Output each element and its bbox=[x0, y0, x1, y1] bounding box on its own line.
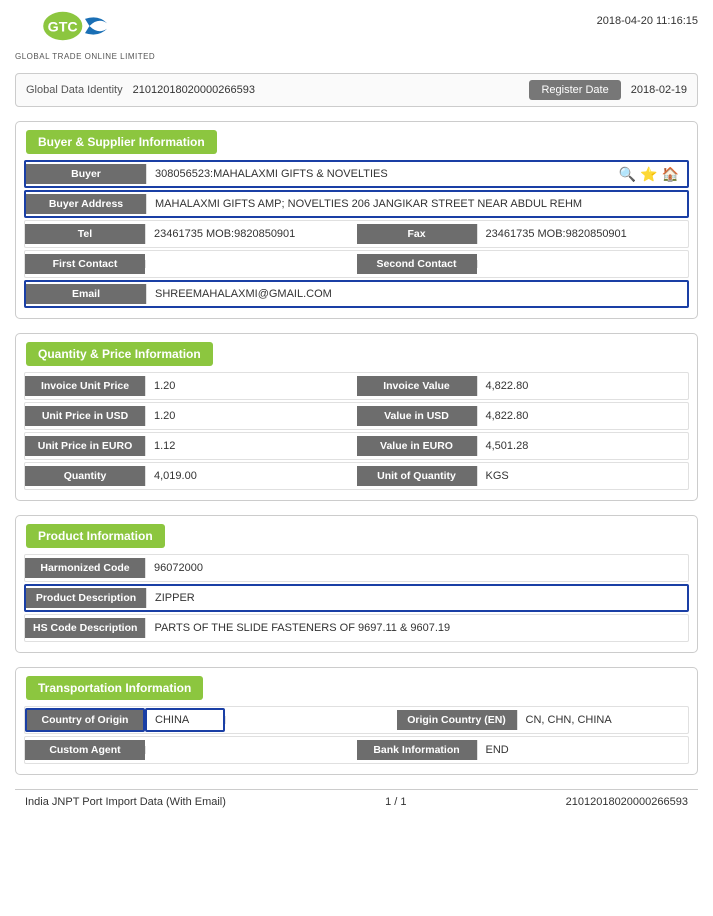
quantity-price-section: Quantity & Price Information Invoice Uni… bbox=[15, 333, 698, 501]
quantity-row: Quantity 4,019.00 Unit of Quantity KGS bbox=[24, 462, 689, 490]
product-desc-label: Product Description bbox=[26, 588, 146, 608]
unit-quantity-value: KGS bbox=[477, 466, 689, 486]
unit-price-usd-label: Unit Price in USD bbox=[25, 406, 145, 426]
header-datetime: 2018-04-20 11:16:15 bbox=[597, 10, 698, 27]
value-euro-value: 4,501.28 bbox=[477, 436, 689, 456]
page-header: GTC GLOBAL TRADE ONLINE LIMITED 2018-04-… bbox=[15, 10, 698, 61]
home-icon[interactable]: 🏠 bbox=[662, 166, 679, 183]
first-contact-label: First Contact bbox=[25, 254, 145, 274]
buyer-address-value: MAHALAXMI GIFTS AMP; NOVELTIES 206 JANGI… bbox=[146, 194, 687, 214]
unit-price-euro-label: Unit Price in EURO bbox=[25, 436, 145, 456]
origin-country-en-value: CN, CHN, CHINA bbox=[517, 710, 689, 730]
harmonized-code-value: 96072000 bbox=[145, 558, 688, 578]
footer-center: 1 / 1 bbox=[385, 796, 406, 808]
invoice-value-value: 4,822.80 bbox=[477, 376, 689, 396]
country-origin-row: Country of Origin CHINA Origin Country (… bbox=[24, 706, 689, 734]
tel-fax-row: Tel 23461735 MOB:9820850901 Fax 23461735… bbox=[24, 220, 689, 248]
page-footer: India JNPT Port Import Data (With Email)… bbox=[15, 789, 698, 814]
country-origin-label: Country of Origin bbox=[25, 708, 145, 732]
custom-bank-row: Custom Agent Bank Information END bbox=[24, 736, 689, 764]
usd-row: Unit Price in USD 1.20 Value in USD 4,82… bbox=[24, 402, 689, 430]
register-date-value: 2018-02-19 bbox=[631, 84, 687, 96]
transport-section: Transportation Information Country of Or… bbox=[15, 667, 698, 775]
bank-info-value: END bbox=[477, 740, 689, 760]
transport-title: Transportation Information bbox=[26, 676, 203, 700]
first-contact-value bbox=[145, 260, 357, 268]
hs-code-label: HS Code Description bbox=[25, 618, 145, 638]
star-icon[interactable]: ⭐ bbox=[640, 166, 657, 183]
fax-value: 23461735 MOB:9820850901 bbox=[477, 224, 689, 244]
harmonized-code-row: Harmonized Code 96072000 bbox=[24, 554, 689, 582]
country-origin-value: CHINA bbox=[145, 708, 225, 732]
contact-row: First Contact Second Contact bbox=[24, 250, 689, 278]
buyer-supplier-title: Buyer & Supplier Information bbox=[26, 130, 217, 154]
quantity-price-title: Quantity & Price Information bbox=[26, 342, 213, 366]
invoice-unit-row: Invoice Unit Price 1.20 Invoice Value 4,… bbox=[24, 372, 689, 400]
product-desc-value: ZIPPER bbox=[146, 588, 687, 608]
quantity-value: 4,019.00 bbox=[145, 466, 357, 486]
value-usd-value: 4,822.80 bbox=[477, 406, 689, 426]
email-label: Email bbox=[26, 284, 146, 304]
buyer-icons: 🔍 ⭐ 🏠 bbox=[611, 166, 687, 183]
unit-price-euro-value: 1.12 bbox=[145, 436, 357, 456]
email-row: Email SHREEMAHALAXMI@GMAIL.COM bbox=[24, 280, 689, 308]
second-contact-value bbox=[477, 260, 689, 268]
gdi-label: Global Data Identity bbox=[26, 84, 123, 96]
product-desc-row: Product Description ZIPPER bbox=[24, 584, 689, 612]
second-contact-label: Second Contact bbox=[357, 254, 477, 274]
value-euro-label: Value in EURO bbox=[357, 436, 477, 456]
footer-right: 21012018020000266593 bbox=[566, 796, 688, 808]
gdi-value: 21012018020000266593 bbox=[133, 84, 520, 96]
logo-area: GTC GLOBAL TRADE ONLINE LIMITED bbox=[15, 10, 155, 61]
unit-quantity-label: Unit of Quantity bbox=[357, 466, 477, 486]
svg-text:GTC: GTC bbox=[48, 19, 78, 35]
hs-code-value: PARTS OF THE SLIDE FASTENERS OF 9697.11 … bbox=[145, 618, 688, 638]
buyer-row: Buyer 308056523:MAHALAXMI GIFTS & NOVELT… bbox=[24, 160, 689, 188]
product-info-title: Product Information bbox=[26, 524, 165, 548]
invoice-unit-price-label: Invoice Unit Price bbox=[25, 376, 145, 396]
euro-row: Unit Price in EURO 1.12 Value in EURO 4,… bbox=[24, 432, 689, 460]
quantity-label: Quantity bbox=[25, 466, 145, 486]
buyer-supplier-section: Buyer & Supplier Information Buyer 30805… bbox=[15, 121, 698, 319]
fax-label: Fax bbox=[357, 224, 477, 244]
buyer-address-label: Buyer Address bbox=[26, 194, 146, 214]
buyer-label: Buyer bbox=[26, 164, 146, 184]
product-info-section: Product Information Harmonized Code 9607… bbox=[15, 515, 698, 653]
logo-icon: GTC bbox=[35, 10, 135, 50]
email-value: SHREEMAHALAXMI@GMAIL.COM bbox=[146, 284, 687, 304]
tel-label: Tel bbox=[25, 224, 145, 244]
buyer-address-row: Buyer Address MAHALAXMI GIFTS AMP; NOVEL… bbox=[24, 190, 689, 218]
origin-country-en-label: Origin Country (EN) bbox=[397, 710, 517, 730]
country-origin-spacer bbox=[225, 716, 397, 724]
invoice-unit-price-value: 1.20 bbox=[145, 376, 357, 396]
unit-price-usd-value: 1.20 bbox=[145, 406, 357, 426]
buyer-value: 308056523:MAHALAXMI GIFTS & NOVELTIES bbox=[146, 164, 611, 184]
register-date-button[interactable]: Register Date bbox=[529, 80, 620, 100]
bank-info-label: Bank Information bbox=[357, 740, 477, 760]
harmonized-code-label: Harmonized Code bbox=[25, 558, 145, 578]
gdi-row: Global Data Identity 2101201802000026659… bbox=[15, 73, 698, 107]
tel-value: 23461735 MOB:9820850901 bbox=[145, 224, 357, 244]
invoice-value-label: Invoice Value bbox=[357, 376, 477, 396]
footer-left: India JNPT Port Import Data (With Email) bbox=[25, 796, 226, 808]
custom-agent-value bbox=[145, 746, 357, 754]
logo-tagline: GLOBAL TRADE ONLINE LIMITED bbox=[15, 52, 155, 61]
search-icon[interactable]: 🔍 bbox=[619, 166, 636, 183]
custom-agent-label: Custom Agent bbox=[25, 740, 145, 760]
value-usd-label: Value in USD bbox=[357, 406, 477, 426]
hs-code-row: HS Code Description PARTS OF THE SLIDE F… bbox=[24, 614, 689, 642]
